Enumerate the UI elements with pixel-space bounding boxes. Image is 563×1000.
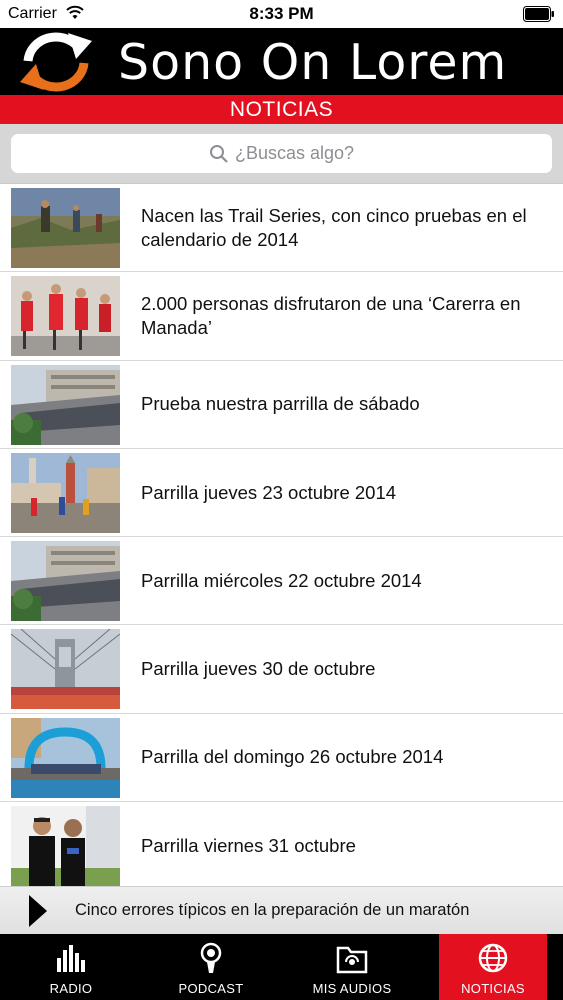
runners-red-shirts-photo — [11, 276, 120, 357]
news-title: 2.000 personas disfrutaron de una ‘Carer… — [141, 292, 521, 338]
battery-icon — [523, 6, 554, 22]
news-item[interactable]: Parrilla viernes 31 octubre — [0, 802, 563, 886]
trail-runners-photo — [11, 188, 120, 268]
news-item[interactable]: Parrilla del domingo 26 octubre 2014 — [0, 713, 563, 803]
tab-bar: RADIO PODCAST MIS AUDIOS NOTICIAS — [0, 934, 563, 1000]
now-playing-title: Cinco errores típicos en la preparación … — [75, 901, 470, 919]
marathon-start-arch-photo — [11, 717, 120, 798]
app-header: Sono On Lorem — [0, 28, 563, 95]
marathon-crowd-building-photo — [11, 541, 120, 622]
tab-label: MIS AUDIOS — [312, 981, 392, 996]
play-icon[interactable] — [29, 895, 47, 927]
news-title: Nacen las Trail Series, con cinco prueba… — [141, 204, 527, 250]
search-placeholder: ¿Buscas algo? — [234, 143, 355, 163]
news-title: Parrilla del domingo 26 octubre 2014 — [141, 746, 444, 768]
news-item[interactable]: Parrilla jueves 30 de octubre — [0, 625, 563, 714]
tab-radio[interactable]: RADIO — [9, 934, 133, 1000]
news-title: Parrilla jueves 23 octubre 2014 — [141, 481, 397, 503]
app-title: Sono On Lorem — [118, 34, 508, 91]
tab-label: NOTICIAS — [461, 981, 525, 996]
venice-marathon-photo — [11, 452, 120, 533]
two-women-runners-photo — [11, 806, 120, 886]
tab-label: RADIO — [49, 981, 93, 996]
news-title: Prueba nuestra parrilla de sábado — [141, 393, 420, 415]
section-bar: NOTICIAS — [0, 95, 563, 124]
now-playing-bar[interactable]: Cinco errores típicos en la preparación … — [0, 886, 563, 934]
news-list: Nacen las Trail Series, con cinco prueba… — [0, 184, 563, 886]
podcast-icon — [200, 942, 222, 973]
tab-noticias[interactable]: NOTICIAS — [439, 934, 547, 1000]
section-title: NOTICIAS — [229, 98, 334, 121]
tab-mis-audios[interactable]: MIS AUDIOS — [290, 934, 414, 1000]
globe-icon — [478, 943, 508, 973]
search-input[interactable]: ¿Buscas algo? — [11, 134, 552, 173]
news-title: Parrilla jueves 30 de octubre — [141, 658, 376, 680]
news-item[interactable]: Parrilla jueves 23 octubre 2014 — [0, 448, 563, 538]
bridge-marathon-photo — [11, 629, 120, 710]
status-time: 8:33 PM — [249, 4, 314, 23]
news-item[interactable]: Nacen las Trail Series, con cinco prueba… — [0, 184, 563, 273]
status-bar: Carrier 8:33 PM — [0, 0, 563, 28]
tab-podcast[interactable]: PODCAST — [149, 934, 273, 1000]
search-area: ¿Buscas algo? — [0, 124, 563, 184]
news-item[interactable]: Prueba nuestra parrilla de sábado — [0, 360, 563, 449]
folder-audio-icon — [336, 946, 368, 974]
tab-label: PODCAST — [178, 981, 244, 996]
news-title: Parrilla viernes 31 octubre — [141, 834, 356, 856]
news-title: Parrilla miércoles 22 octubre 2014 — [141, 569, 422, 591]
equalizer-icon — [57, 945, 85, 972]
news-item[interactable]: 2.000 personas disfrutaron de una ‘Carer… — [0, 272, 563, 361]
news-item[interactable]: Parrilla miércoles 22 octubre 2014 — [0, 537, 563, 626]
refresh-arrows-icon[interactable] — [16, 31, 96, 92]
search-icon — [209, 144, 228, 163]
marathon-crowd-building-photo — [11, 364, 120, 445]
